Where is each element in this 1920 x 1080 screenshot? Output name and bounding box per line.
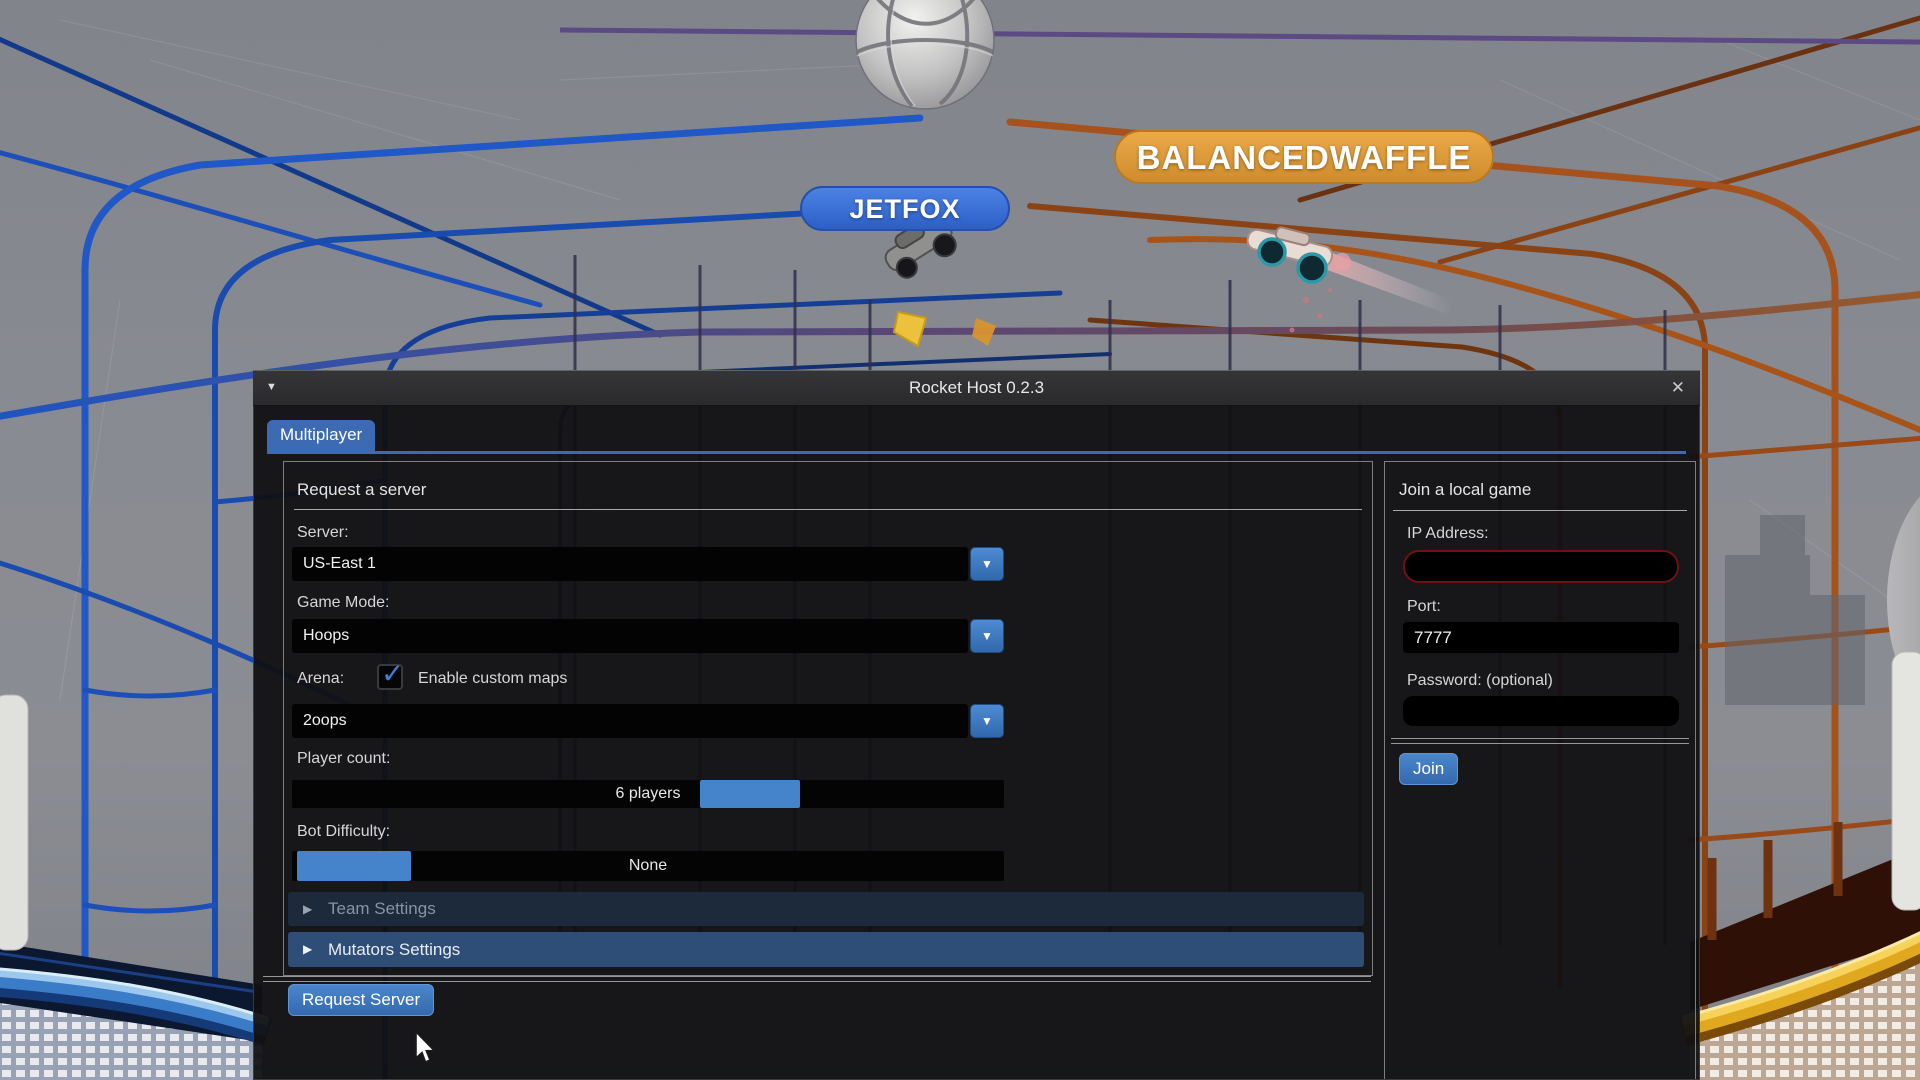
nameplate-jetfox: JETFOX xyxy=(800,186,1010,231)
join-divider xyxy=(1391,738,1689,744)
checkmark-icon: ✓ xyxy=(381,657,404,690)
player-count-label: Player count: xyxy=(297,750,390,768)
server-dropdown-arrow-icon[interactable]: ▼ xyxy=(970,547,1004,581)
player-count-slider-handle[interactable] xyxy=(700,780,800,808)
close-icon[interactable]: ✕ xyxy=(1671,378,1685,398)
arena-rim-left xyxy=(0,943,268,1080)
player-count-slider[interactable]: 6 players xyxy=(292,780,1004,808)
server-dropdown-value[interactable]: US-East 1 xyxy=(292,547,968,581)
port-label: Port: xyxy=(1407,598,1441,616)
request-server-heading: Request a server xyxy=(297,480,426,500)
game-mode-dropdown-value[interactable]: Hoops xyxy=(292,619,968,653)
skyline-silhouette xyxy=(1725,515,1865,705)
request-server-button[interactable]: Request Server xyxy=(288,984,434,1016)
arena-dropdown-arrow-icon[interactable]: ▼ xyxy=(970,704,1004,738)
game-mode-dropdown-arrow-icon[interactable]: ▼ xyxy=(970,619,1004,653)
bot-difficulty-slider-handle[interactable] xyxy=(297,851,411,881)
join-button[interactable]: Join xyxy=(1399,753,1458,785)
window-body: Multiplayer Request a server Server: US-… xyxy=(253,406,1700,1080)
rocket-host-window: ▼ Rocket Host 0.2.3 ✕ Multiplayer Reques… xyxy=(253,370,1700,1080)
ip-address-label: IP Address: xyxy=(1407,525,1489,543)
password-input[interactable] xyxy=(1403,696,1679,726)
server-label: Server: xyxy=(297,524,349,542)
goal-pillar-right xyxy=(1892,652,1920,910)
join-local-heading: Join a local game xyxy=(1399,480,1531,500)
bot-difficulty-value: None xyxy=(629,857,667,874)
expand-arrow-icon: ▶ xyxy=(303,932,312,967)
game-screen: JETFOX BALANCEDWAFFLE ▼ Rocket Host 0.2.… xyxy=(0,0,1920,1080)
password-label: Password: (optional) xyxy=(1407,672,1553,690)
arena-dropdown-value[interactable]: 2oops xyxy=(292,704,968,738)
arena-label: Arena: xyxy=(297,670,344,688)
flame-particle xyxy=(972,318,996,346)
window-titlebar[interactable]: ▼ Rocket Host 0.2.3 ✕ xyxy=(253,370,1700,406)
custom-maps-checkbox[interactable]: ✓ xyxy=(377,664,403,690)
server-dropdown[interactable]: US-East 1 ▼ xyxy=(292,547,1004,581)
heading-divider xyxy=(1393,510,1687,511)
player-count-value: 6 players xyxy=(616,785,681,802)
mouse-cursor xyxy=(414,1031,440,1067)
goal-pillar-left xyxy=(0,695,28,950)
tab-underline xyxy=(267,451,1686,454)
nameplate-balancedwaffle: BALANCEDWAFFLE xyxy=(1114,130,1494,184)
game-mode-label: Game Mode: xyxy=(297,594,389,612)
mutators-settings-section[interactable]: ▶ Mutators Settings xyxy=(288,932,1364,967)
team-settings-label: Team Settings xyxy=(328,892,436,926)
bot-difficulty-label: Bot Difficulty: xyxy=(297,823,390,841)
bot-difficulty-slider[interactable]: None xyxy=(292,851,1004,881)
boost-flame-yellow xyxy=(894,312,926,346)
content-divider xyxy=(263,976,1371,982)
arena-rim-right xyxy=(1683,805,1920,1080)
request-server-group: Request a server Server: US-East 1 ▼ Gam… xyxy=(283,461,1373,976)
tab-multiplayer[interactable]: Multiplayer xyxy=(267,420,375,451)
window-title: Rocket Host 0.2.3 xyxy=(253,378,1700,398)
arena-dropdown[interactable]: 2oops ▼ xyxy=(292,704,1004,738)
heading-divider xyxy=(294,509,1362,510)
join-local-group: Join a local game IP Address: Port: Pass… xyxy=(1384,461,1696,1079)
port-input[interactable] xyxy=(1403,622,1679,653)
basketball xyxy=(856,0,994,109)
custom-maps-label: Enable custom maps xyxy=(418,670,567,688)
top-purple-beam xyxy=(560,30,1920,42)
game-mode-dropdown[interactable]: Hoops ▼ xyxy=(292,619,1004,653)
mutators-settings-label: Mutators Settings xyxy=(328,932,460,967)
team-settings-section[interactable]: ▶ Team Settings xyxy=(288,892,1364,926)
ip-address-input[interactable] xyxy=(1403,550,1679,583)
expand-arrow-icon: ▶ xyxy=(303,892,312,926)
